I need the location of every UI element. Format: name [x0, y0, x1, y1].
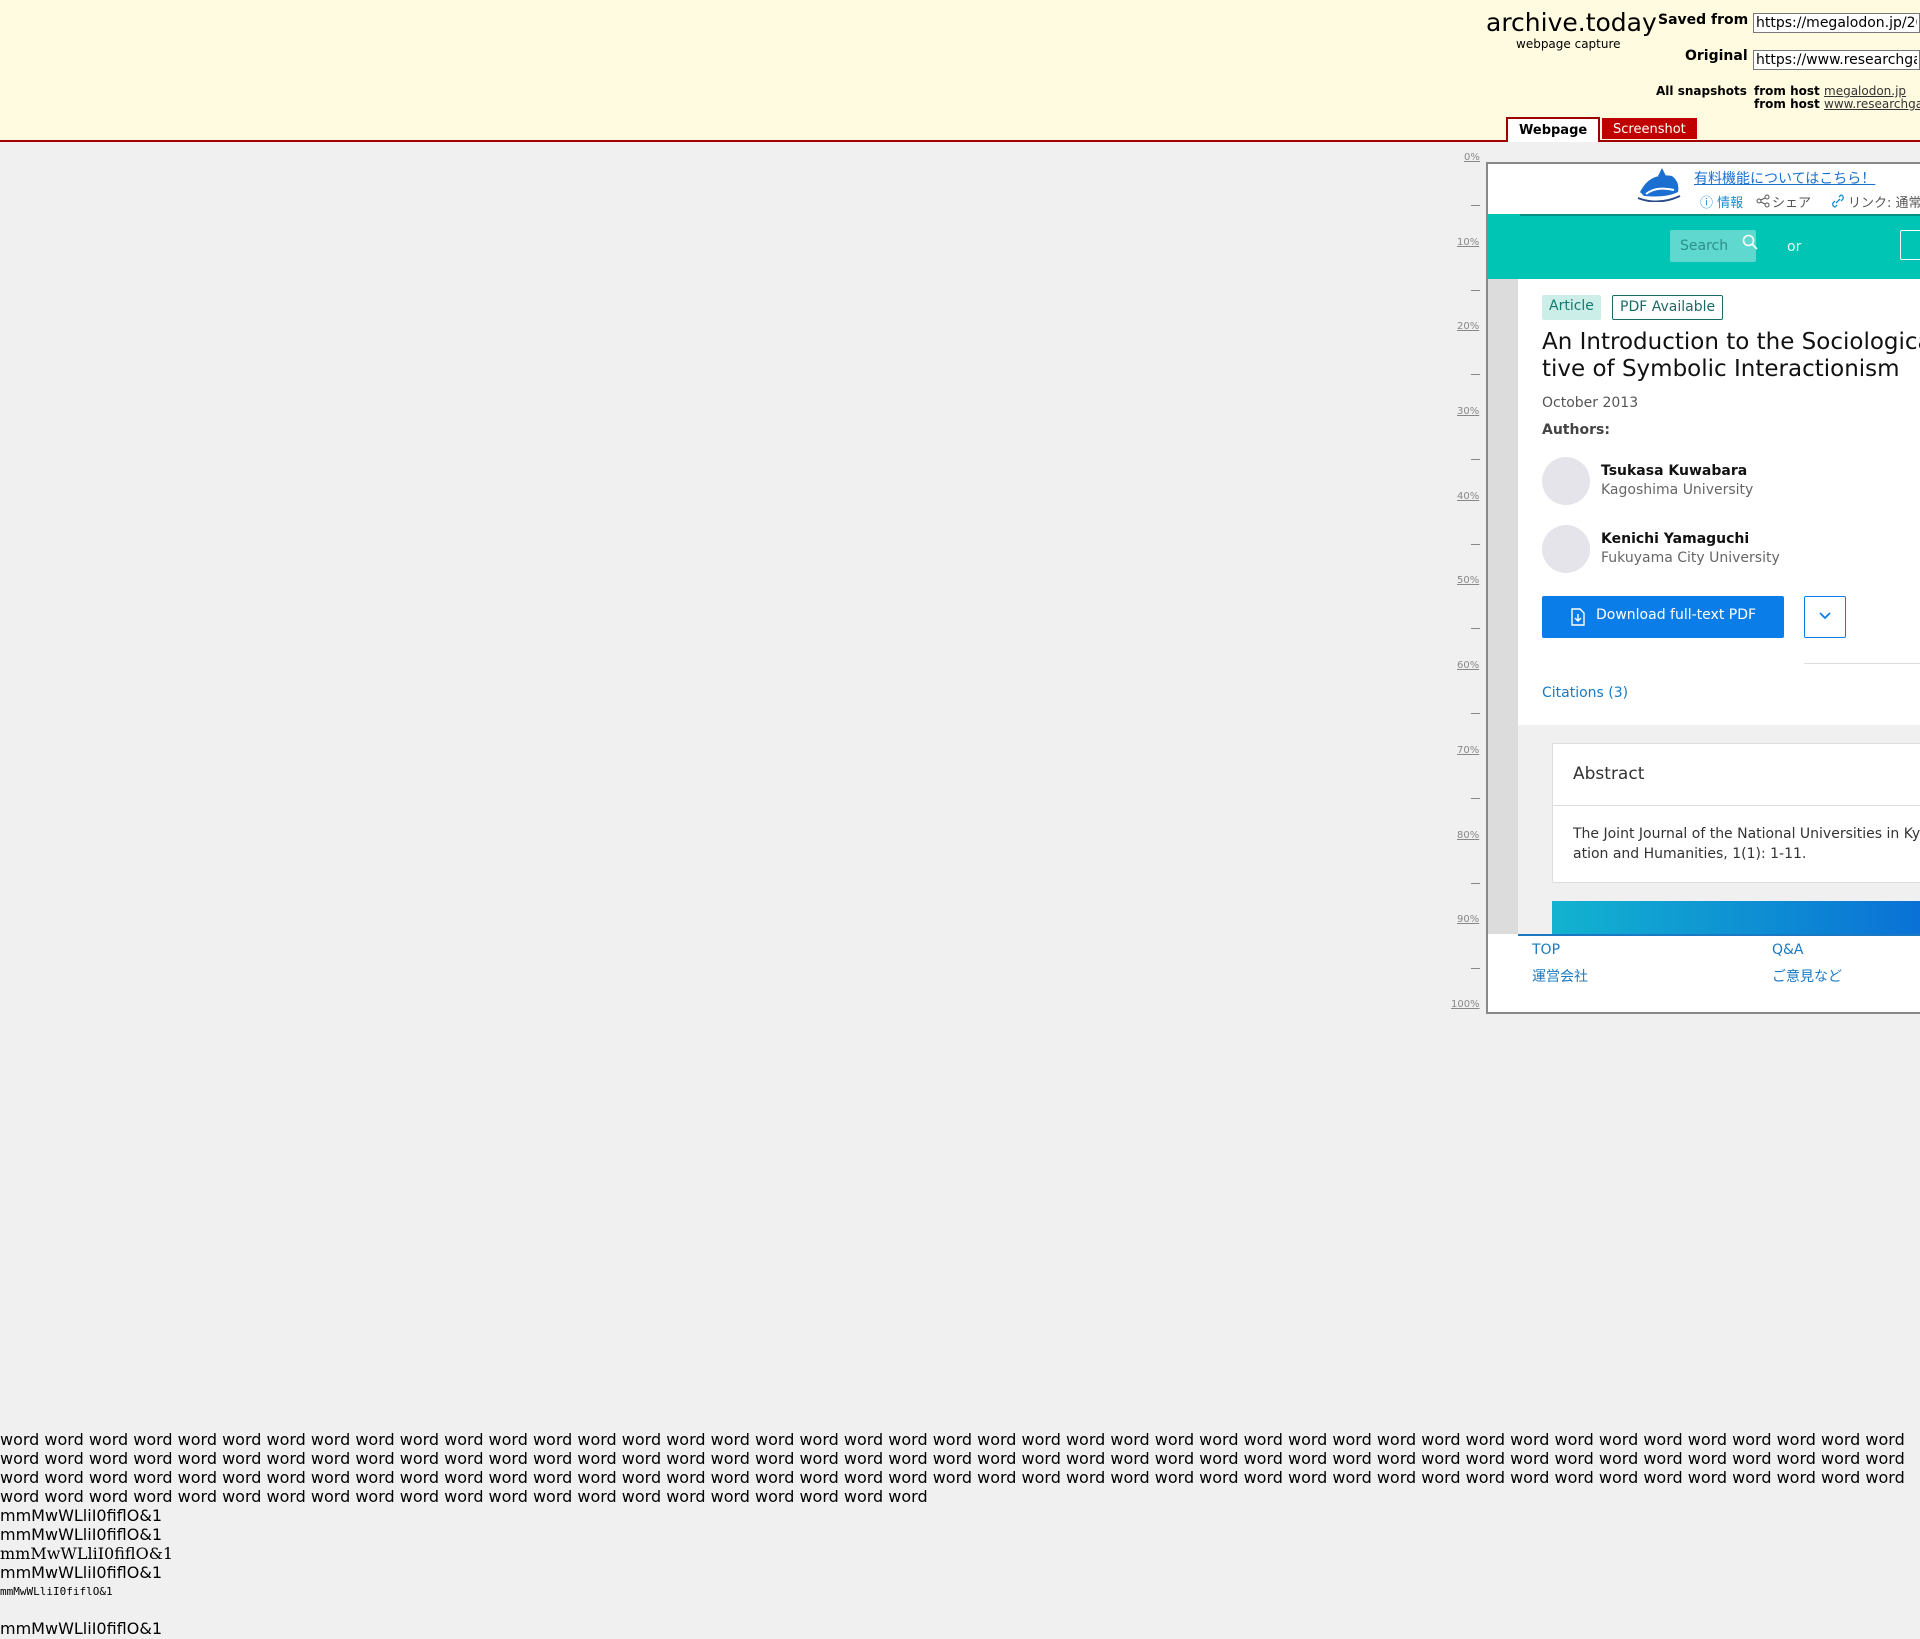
- from-host-label-1: from host: [1754, 84, 1820, 98]
- authors-label: Authors:: [1542, 422, 1610, 438]
- font-test-words: word word word word word word word word …: [0, 1430, 1905, 1506]
- archive-brand-subtitle: webpage capture: [1516, 37, 1621, 51]
- join-button[interactable]: [1900, 230, 1920, 260]
- ruler-tick: [1471, 798, 1480, 799]
- tab-citations[interactable]: Citations (3): [1542, 685, 1628, 701]
- font-test-line-1: mmMwWLliI0fiflO&1: [0, 1506, 162, 1525]
- left-gutter: [1488, 279, 1518, 934]
- footer-company-link[interactable]: 運営会社: [1532, 966, 1588, 986]
- saved-from-label: Saved from: [1658, 12, 1749, 28]
- or-separator: or: [1787, 239, 1802, 255]
- ruler-label-50[interactable]: 50%: [1457, 575, 1479, 586]
- author-name-2[interactable]: Kenichi Yamaguchi: [1601, 531, 1749, 547]
- ruler-label-10[interactable]: 10%: [1457, 237, 1479, 248]
- avatar[interactable]: [1542, 525, 1590, 573]
- link-mode-label[interactable]: リンク: 通常: [1848, 192, 1920, 211]
- avatar[interactable]: [1542, 457, 1590, 505]
- download-pdf-label: Download full-text PDF: [1596, 607, 1757, 623]
- divider: [1553, 805, 1920, 806]
- font-test-line-6: mmMwWLliI0fiflO&1: [0, 1619, 162, 1638]
- chevron-down-icon: [1819, 612, 1831, 620]
- tab-webpage[interactable]: Webpage: [1506, 117, 1601, 142]
- original-url-field[interactable]: [1753, 50, 1920, 70]
- ruler-tick: [1471, 883, 1480, 884]
- ruler-label-0[interactable]: 0%: [1464, 152, 1480, 163]
- publication-title: An Introduction to the Sociological tive…: [1542, 329, 1920, 383]
- abstract-card: Abstract The Joint Journal of the Nation…: [1552, 743, 1920, 883]
- publication-content: Article PDF Available An Introduction to…: [1518, 279, 1920, 935]
- ruler-tick: [1471, 459, 1480, 460]
- info-link[interactable]: ⓘ 情報: [1700, 192, 1743, 211]
- megalodon-footer: TOP Q&A 運営会社 ご意見など: [1488, 934, 1920, 1012]
- title-line-2: tive of Symbolic Interactionism: [1542, 356, 1900, 382]
- download-options-button[interactable]: [1804, 596, 1846, 638]
- paid-features-link[interactable]: 有料機能についてはこちら！: [1694, 168, 1875, 188]
- saved-from-url-field[interactable]: [1753, 13, 1920, 33]
- megalodon-logo-icon[interactable]: [1636, 166, 1682, 210]
- original-label: Original: [1685, 48, 1748, 64]
- footer-divider: [1518, 934, 1920, 936]
- from-host-label-2: from host: [1754, 97, 1820, 111]
- publication-date: October 2013: [1542, 395, 1639, 411]
- footer-top-link[interactable]: TOP: [1532, 942, 1560, 958]
- ruler-label-90[interactable]: 90%: [1457, 914, 1479, 925]
- ruler-tick: [1471, 544, 1480, 545]
- ruler-label-70[interactable]: 70%: [1457, 745, 1479, 756]
- ruler-tick: [1471, 713, 1480, 714]
- font-test-line-2: mmMwWLliI0fiflO&1: [0, 1525, 162, 1544]
- ruler-label-80[interactable]: 80%: [1457, 830, 1479, 841]
- ruler-tick: [1471, 628, 1480, 629]
- ruler-label-100[interactable]: 100%: [1451, 999, 1480, 1010]
- title-line-1: An Introduction to the Sociological: [1542, 329, 1920, 355]
- archive-brand[interactable]: archive.today: [1486, 8, 1657, 37]
- font-test-line-3: mmMwWLliI0fiflO&1: [0, 1544, 174, 1563]
- download-pdf-button[interactable]: Download full-text PDF: [1542, 596, 1784, 638]
- divider: [1804, 663, 1920, 664]
- all-snapshots-label: All snapshots: [1656, 84, 1747, 98]
- host-link-researchgate[interactable]: www.researchgate.net: [1824, 97, 1920, 111]
- ruler-label-40[interactable]: 40%: [1457, 491, 1479, 502]
- captured-page-frame: 有料機能についてはこちら！ ⓘ 情報 シェア リンク: 通常 Search or…: [1486, 162, 1920, 1014]
- font-test-line-4: mmMwWLliI0fiflO&1: [0, 1563, 162, 1582]
- file-download-icon: [1571, 608, 1585, 626]
- host-link-megalodon[interactable]: megalodon.jp: [1824, 84, 1906, 98]
- share-link[interactable]: シェア: [1772, 192, 1811, 211]
- ruler-tick: [1471, 968, 1480, 969]
- article-badge: Article: [1542, 295, 1601, 320]
- footer-qa-link[interactable]: Q&A: [1772, 942, 1804, 958]
- archive-header: archive.today webpage capture Saved from…: [0, 0, 1920, 142]
- search-icon[interactable]: [1742, 234, 1758, 250]
- share-icon[interactable]: [1756, 194, 1770, 208]
- author-affiliation-2: Fukuyama City University: [1601, 550, 1780, 566]
- font-test-line-5: mmMwWLliI0fiflO&1: [0, 1585, 113, 1598]
- ruler-label-30[interactable]: 30%: [1457, 406, 1479, 417]
- tab-screenshot[interactable]: Screenshot: [1602, 118, 1697, 139]
- abstract-line-2: ation and Humanities, 1(1): 1-11.: [1573, 846, 1807, 862]
- pdf-available-badge: PDF Available: [1612, 295, 1724, 320]
- ruler-label-60[interactable]: 60%: [1457, 660, 1479, 671]
- author-name-1[interactable]: Tsukasa Kuwabara: [1601, 463, 1747, 479]
- footer-feedback-link[interactable]: ご意見など: [1772, 966, 1842, 986]
- link-icon[interactable]: [1832, 194, 1844, 208]
- abstract-line-1: The Joint Journal of the National Univer…: [1573, 826, 1920, 842]
- topbar-divider: [1520, 214, 1920, 216]
- ruler-tick: [1471, 290, 1480, 291]
- abstract-text: The Joint Journal of the National Univer…: [1573, 824, 1920, 864]
- abstract-title: Abstract: [1573, 764, 1645, 784]
- ruler-label-20[interactable]: 20%: [1457, 321, 1479, 332]
- ruler-tick: [1471, 374, 1480, 375]
- researchgate-topbar: Search or: [1488, 214, 1920, 279]
- promo-banner[interactable]: [1552, 901, 1920, 935]
- author-affiliation-1: Kagoshima University: [1601, 482, 1754, 498]
- ruler-tick: [1471, 205, 1480, 206]
